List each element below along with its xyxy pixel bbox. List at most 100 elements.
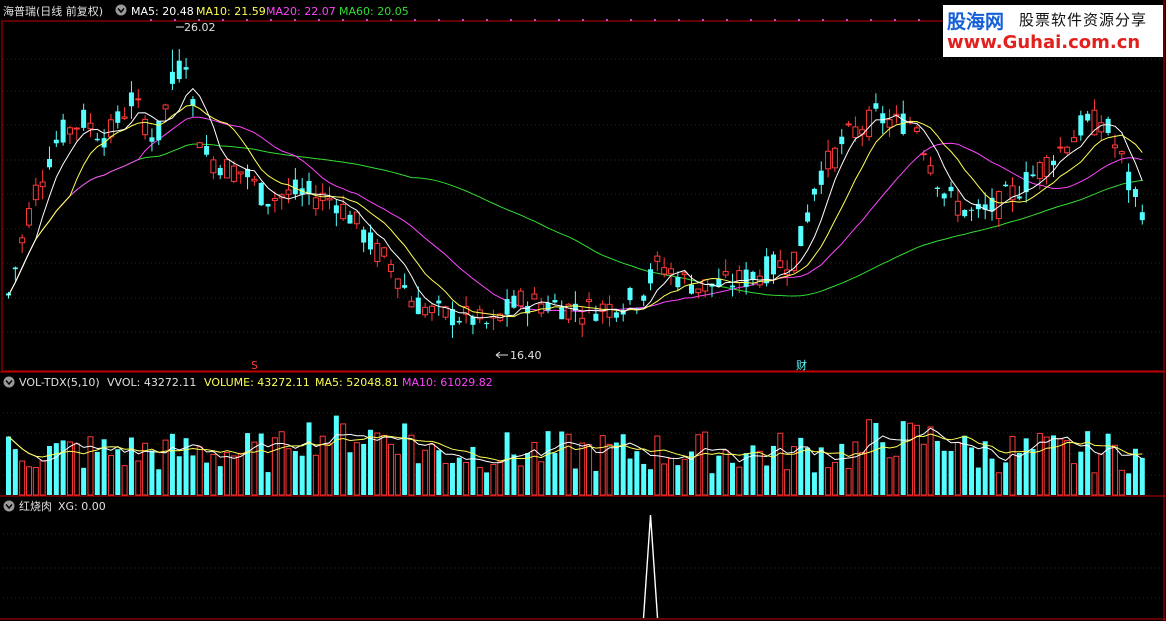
indicator-menu-toggle[interactable] <box>3 500 15 512</box>
candle-body <box>87 122 94 130</box>
volume-bar <box>204 462 210 495</box>
top-dot <box>174 19 176 21</box>
candle-body <box>73 127 80 130</box>
candle-body <box>613 312 619 318</box>
top-dot <box>270 19 272 21</box>
ma20-line-group <box>8 116 1143 313</box>
volume-bar <box>162 439 169 496</box>
candle-body <box>415 297 421 315</box>
volume-bar <box>258 433 264 495</box>
candle-body <box>722 271 729 276</box>
volume-bar <box>347 452 353 495</box>
volume-bar <box>12 449 18 495</box>
top-dot <box>918 19 920 21</box>
volume-bar <box>39 460 46 496</box>
volume-bar <box>565 433 572 496</box>
candle-body <box>729 285 735 288</box>
candle-body <box>94 138 100 141</box>
candle-body <box>402 285 408 288</box>
volume-bar <box>306 422 312 495</box>
top-dot <box>390 19 392 21</box>
volume-bar <box>1105 433 1111 495</box>
candle-body <box>1036 162 1043 180</box>
volume-bar <box>237 452 244 496</box>
volume-menu-circle-icon[interactable] <box>3 376 15 388</box>
ma20-legend: MA20: 22.07 <box>266 5 336 18</box>
volume-bar <box>954 441 961 496</box>
volume-bar <box>456 457 462 495</box>
candle-body <box>367 232 373 250</box>
volume-bar <box>818 447 824 495</box>
candle-body <box>115 111 121 123</box>
event-marker-cai[interactable]: 财 <box>796 358 807 372</box>
candle-body <box>333 205 339 214</box>
top-dot <box>678 19 680 21</box>
candle-body <box>641 295 647 301</box>
volume-bar <box>271 437 278 496</box>
volume-bar <box>989 458 995 495</box>
candle-body <box>831 147 838 169</box>
volume-bar <box>217 466 223 495</box>
candle-body <box>695 288 702 294</box>
top-dot <box>294 19 296 21</box>
top-dot <box>342 19 344 21</box>
volume-bar <box>907 422 914 496</box>
volume-bar <box>394 453 401 496</box>
volume-bar <box>504 432 510 495</box>
candle-body <box>1126 171 1132 191</box>
volume-menu-toggle[interactable] <box>3 376 15 388</box>
main-menu-toggle[interactable] <box>115 4 127 16</box>
top-dot <box>366 19 368 21</box>
volume-bar <box>668 458 675 496</box>
candle-body <box>1070 137 1077 143</box>
top-dot <box>822 19 824 21</box>
ma5-line-group <box>8 87 1143 319</box>
candle-body <box>1057 146 1064 149</box>
top-dot <box>222 19 224 21</box>
volume-bar <box>893 455 900 496</box>
top-dot <box>558 19 560 21</box>
candle-body <box>934 187 940 190</box>
candle-body <box>552 300 558 303</box>
volume-bar <box>66 441 73 496</box>
main-menu-circle-icon[interactable] <box>115 4 127 16</box>
top-dot <box>318 19 320 21</box>
candle-body <box>169 71 175 84</box>
volume-bar <box>805 447 811 495</box>
candle-body <box>845 123 852 126</box>
candle-body <box>716 278 722 287</box>
volume-bar <box>831 461 838 496</box>
main-grid <box>3 58 1163 333</box>
candle-body <box>969 209 975 211</box>
low-marker-arrow <box>495 351 508 359</box>
volume-bar <box>517 465 524 496</box>
candle-body <box>1118 151 1125 155</box>
candle-body <box>1003 184 1009 187</box>
volume-bar <box>613 442 619 495</box>
candle-body <box>149 137 155 142</box>
volume-ma10-legend: MA10: 61029.82 <box>402 376 493 389</box>
volume-bar <box>559 431 565 495</box>
candle-body <box>224 159 231 179</box>
volume-bar <box>196 446 203 496</box>
candlestick-series <box>6 48 1145 338</box>
volume-bar <box>1023 438 1029 495</box>
volume-bar <box>777 432 784 496</box>
candle-body <box>880 113 886 124</box>
volume-bar <box>292 451 298 495</box>
volume-bar <box>941 450 947 495</box>
volume-bar <box>572 468 578 495</box>
stock-title: 海普瑞(日线 前复权) <box>3 4 103 18</box>
volume-bar <box>579 442 586 496</box>
top-dot <box>846 19 848 21</box>
event-marker-s[interactable]: S <box>251 359 258 372</box>
indicator-menu-circle-icon[interactable] <box>3 500 15 512</box>
volume-bar <box>525 453 531 495</box>
candle-body <box>1105 118 1111 133</box>
indicator-grid <box>3 533 1163 599</box>
volume-bar <box>648 469 654 495</box>
xg-spike <box>642 514 659 619</box>
volume-bar <box>641 463 647 495</box>
low-marker: 16.40 <box>510 349 542 362</box>
candle-body <box>920 153 927 156</box>
